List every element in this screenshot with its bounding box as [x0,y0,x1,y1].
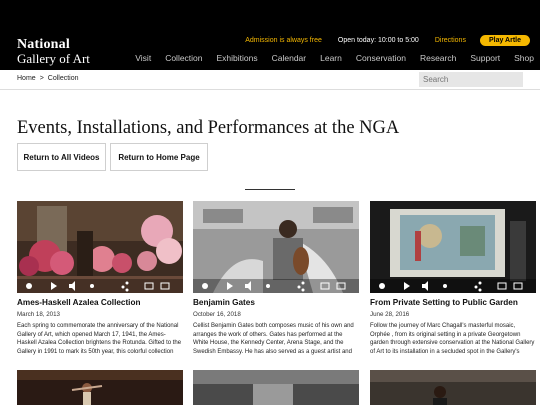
gear-icon [26,283,32,289]
section-divider [245,189,295,190]
video-thumbnail[interactable] [193,370,359,405]
video-thumbnail[interactable] [370,370,536,405]
return-to-home-button[interactable]: Return to Home Page [110,143,208,171]
share-icon [474,281,482,292]
site-header: National Gallery of Art Admission is alw… [0,0,540,70]
video-title[interactable]: Ames-Haskell Azalea Collection [17,298,183,307]
breadcrumb-bar: Home > Collection [0,70,540,90]
volume-icon [245,281,251,291]
share-icon [121,281,129,292]
video-title[interactable]: From Private Setting to Public Garden [370,298,536,307]
video-controls[interactable] [193,279,359,293]
captions-icon [320,282,330,290]
breadcrumb-separator: > [39,75,44,82]
video-date: March 18, 2013 [17,311,60,318]
admission-link[interactable]: Admission is always free [245,37,322,44]
logo-line-2: Gallery of Art [17,51,90,66]
utility-bar: Admission is always free Open today: 10:… [229,34,530,46]
hours-text: Open today: 10:00 to 5:00 [337,36,419,44]
breadcrumb-current[interactable]: Collection [48,75,79,82]
captions-icon [144,282,154,290]
gear-icon [202,283,208,289]
progress-knob [266,284,270,288]
page-title: Events, Installations, and Performances … [17,118,400,138]
video-title[interactable]: Benjamin Gates [193,298,359,307]
nav-conservation[interactable]: Conservation [356,53,406,63]
video-thumbnail[interactable] [370,201,536,293]
video-card[interactable]: Ames-Haskell Azalea Collection March 18,… [17,201,183,357]
directions-link[interactable]: Directions [435,37,466,44]
video-description: Cellist Benjamin Gates both composes mus… [193,323,354,355]
performance-scene-image [17,370,183,405]
pip-icon [160,282,170,290]
nav-exhibitions[interactable]: Exhibitions [217,53,258,63]
logo-line-1: National [17,37,70,52]
pip-icon [513,282,523,290]
captions-icon [497,282,507,290]
volume-icon [69,281,75,291]
video-card[interactable]: Benjamin Gates October 16, 2018 Cellist … [193,201,359,357]
video-description: Each spring to commemorate the anniversa… [17,323,182,355]
nav-shop[interactable]: Shop [514,53,534,63]
speaker-scene-image [370,370,536,405]
play-icon [51,282,57,290]
video-controls[interactable] [370,279,536,293]
gear-icon [379,283,385,289]
breadcrumb: Home > Collection [17,75,79,82]
video-thumbnail[interactable] [17,201,183,293]
video-card[interactable]: From Private Setting to Public Garden Ju… [370,201,536,357]
return-to-all-videos-button[interactable]: Return to All Videos [17,143,106,171]
nav-research[interactable]: Research [420,53,456,63]
video-thumbnail[interactable] [17,370,183,405]
nav-collection[interactable]: Collection [165,53,202,63]
volume-icon [422,281,428,291]
nav-calendar[interactable]: Calendar [272,53,307,63]
video-date: June 28, 2016 [370,311,410,318]
progress-knob [443,284,447,288]
video-thumbnail[interactable] [193,201,359,293]
progress-knob [90,284,94,288]
breadcrumb-home[interactable]: Home [17,75,36,82]
share-icon [297,281,305,292]
nav-learn[interactable]: Learn [320,53,342,63]
main-nav: Visit Collection Exhibitions Calendar Le… [121,53,534,63]
fullscreen-icon [336,282,346,290]
video-controls[interactable] [17,279,183,293]
play-icon [404,282,410,290]
play-icon [227,282,233,290]
search-input[interactable] [419,72,523,87]
nav-support[interactable]: Support [470,53,500,63]
gallery-scene-image [193,370,359,405]
play-artle-button[interactable]: Play Artle [479,34,530,46]
video-date: October 16, 2018 [193,311,241,318]
nav-visit[interactable]: Visit [135,53,151,63]
nga-logo[interactable]: National Gallery of Art [17,37,90,66]
video-description: Follow the journey of Marc Chagall's mas… [370,323,535,355]
